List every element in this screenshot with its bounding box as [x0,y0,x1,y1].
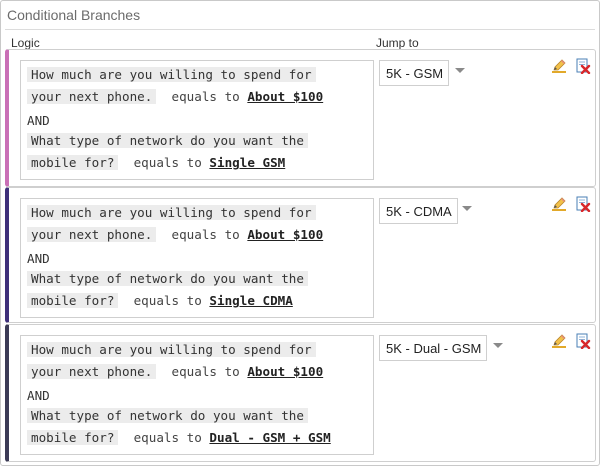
condition-value-link[interactable]: Single CDMA [209,293,292,308]
jump-to-select[interactable]: 5K - Dual - GSM [379,335,488,361]
condition-question-line: What type of network do you want the [27,406,308,428]
condition-question-line: How much are you willing to spend for [27,340,316,362]
logic-box: How much are you willing to spend for yo… [20,335,374,455]
chevron-down-icon[interactable] [462,206,472,211]
pencil-icon[interactable] [551,58,567,74]
column-header-logic: Logic [11,36,40,50]
condition-question: How much are you willing to spend for [27,342,316,357]
panel-title: Conditional Branches [7,7,141,23]
jump-to-select[interactable]: 5K - CDMA [379,198,458,224]
logic-joiner: AND [27,251,50,266]
condition-question: How much are you willing to spend for [27,67,316,82]
condition-question: What type of network do you want the [27,133,308,148]
chevron-down-icon[interactable] [455,68,465,73]
condition-operator: equals to [133,155,202,170]
condition-operator: equals to [171,364,240,379]
condition-operator: equals to [171,89,240,104]
condition-line: your next phone. equals to About $100 [27,225,323,247]
condition-question: mobile for? [27,430,119,445]
condition-line: mobile for? equals to Single GSM [27,153,285,175]
condition-line: mobile for? equals to Dual - GSM + GSM [27,428,331,450]
condition-line: your next phone. equals to About $100 [27,87,323,109]
pencil-icon[interactable] [551,333,567,349]
logic-joiner: AND [27,113,50,128]
condition-value-link[interactable]: About $100 [247,89,323,104]
condition-question: mobile for? [27,293,119,308]
condition-question: mobile for? [27,155,119,170]
condition-value-link[interactable]: About $100 [247,364,323,379]
condition-line: your next phone. equals to About $100 [27,362,323,384]
delete-icon[interactable] [575,58,591,74]
condition-value-link[interactable]: Single GSM [209,155,285,170]
title-divider [5,29,595,30]
condition-operator: equals to [133,293,202,308]
chevron-down-icon[interactable] [493,343,503,348]
branch-row: How much are you willing to spend for yo… [5,187,596,323]
condition-question: your next phone. [27,89,157,104]
jump-to-select[interactable]: 5K - GSM [379,60,450,86]
condition-value-link[interactable]: About $100 [247,227,323,242]
branch-row: How much are you willing to spend for yo… [5,49,596,187]
condition-operator: equals to [133,430,202,445]
condition-question-line: What type of network do you want the [27,269,308,291]
condition-question: What type of network do you want the [27,408,308,423]
conditional-branches-panel: Conditional Branches Logic Jump to How m… [0,0,600,466]
logic-box: How much are you willing to spend for yo… [20,60,374,180]
condition-question: What type of network do you want the [27,271,308,286]
condition-operator: equals to [171,227,240,242]
condition-question-line: How much are you willing to spend for [27,65,316,87]
delete-icon[interactable] [575,196,591,212]
delete-icon[interactable] [575,333,591,349]
condition-question: your next phone. [27,227,157,242]
branch-row: How much are you willing to spend for yo… [5,324,596,462]
logic-joiner: AND [27,388,50,403]
condition-line: mobile for? equals to Single CDMA [27,291,293,313]
column-header-jump-to: Jump to [376,36,419,50]
condition-value-link[interactable]: Dual - GSM + GSM [209,430,330,445]
pencil-icon[interactable] [551,196,567,212]
condition-question-line: What type of network do you want the [27,131,308,153]
condition-question-line: How much are you willing to spend for [27,203,316,225]
condition-question: your next phone. [27,364,157,379]
condition-question: How much are you willing to spend for [27,205,316,220]
logic-box: How much are you willing to spend for yo… [20,198,374,318]
